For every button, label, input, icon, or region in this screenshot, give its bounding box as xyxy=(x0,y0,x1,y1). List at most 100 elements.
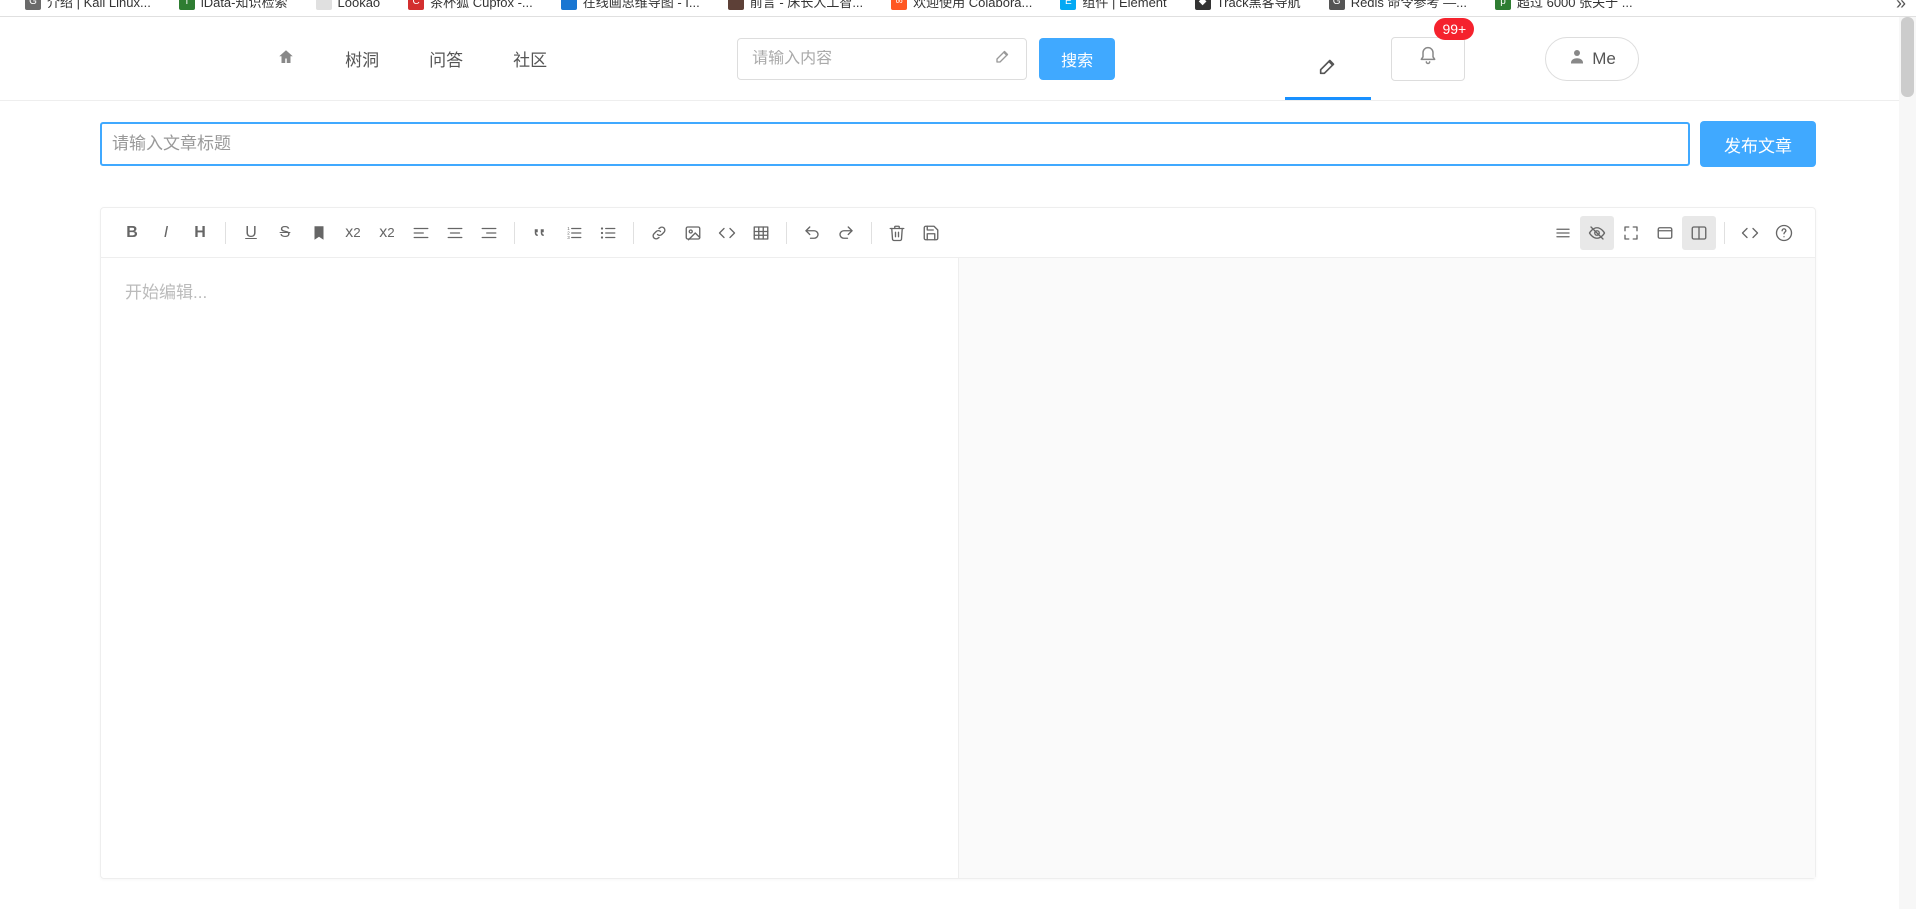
fullscreen-icon[interactable] xyxy=(1614,216,1648,250)
bookmark-icon: ◆ xyxy=(1195,0,1211,10)
italic-button[interactable]: I xyxy=(149,216,183,250)
editor-placeholder: 开始编辑... xyxy=(125,278,934,303)
separator xyxy=(514,222,515,244)
bookmark-item[interactable]: ∞ 欢迎使用 Colabora... xyxy=(891,0,1032,10)
bookmark-item[interactable]: E 组件 | Element xyxy=(1060,0,1166,10)
separator xyxy=(225,222,226,244)
me-label: Me xyxy=(1592,49,1616,69)
unordered-list-button[interactable] xyxy=(591,216,625,250)
edit-icon[interactable] xyxy=(994,47,1012,70)
quote-button[interactable] xyxy=(523,216,557,250)
title-row: 发布文章 xyxy=(0,101,1916,167)
bookmark-label: 茶杯狐 Cupfox -... xyxy=(430,0,533,9)
editor-preview-pane xyxy=(959,258,1816,878)
markdown-editor: B I H U S x2 x2 123 xyxy=(100,207,1816,879)
align-right-button[interactable] xyxy=(472,216,506,250)
bookmark-label: iData-知识检索 xyxy=(201,0,288,9)
separator xyxy=(633,222,634,244)
bookmark-item[interactable]: ◆ Track黑客导航 xyxy=(1195,0,1301,10)
ordered-list-button[interactable]: 123 xyxy=(557,216,591,250)
split-view-icon[interactable] xyxy=(1682,216,1716,250)
bookmark-label: Track黑客导航 xyxy=(1217,0,1301,9)
bookmark-icon: G xyxy=(1329,0,1345,10)
pencil-icon xyxy=(1317,55,1339,82)
bookmark-label: 介绍 | Kali Linux... xyxy=(47,0,151,9)
subscript-button[interactable]: x2 xyxy=(370,216,404,250)
separator xyxy=(786,222,787,244)
search-button[interactable]: 搜索 xyxy=(1039,38,1115,80)
notifications-button[interactable]: 99+ xyxy=(1391,37,1465,81)
bookmark-icon xyxy=(561,0,577,10)
bookmark-icon: p xyxy=(1495,0,1511,10)
bookmark-icon: G xyxy=(25,0,41,10)
editor-source-pane[interactable]: 开始编辑... xyxy=(101,258,958,878)
code-button[interactable] xyxy=(710,216,744,250)
bookmark-item[interactable]: 在线画思维导图 - I... xyxy=(561,0,700,10)
bookmark-icon xyxy=(728,0,744,10)
bookmark-item[interactable]: G 介绍 | Kali Linux... xyxy=(25,0,151,10)
page-scrollbar[interactable] xyxy=(1899,17,1916,909)
article-title-input[interactable] xyxy=(100,122,1690,166)
align-center-button[interactable] xyxy=(438,216,472,250)
bookmark-icon: i xyxy=(179,0,195,10)
bookmark-icon: ∞ xyxy=(891,0,907,10)
link-button[interactable] xyxy=(642,216,676,250)
bookmark-item[interactable]: C 茶杯狐 Cupfox -... xyxy=(408,0,533,10)
svg-text:3: 3 xyxy=(567,235,570,240)
search-input[interactable] xyxy=(752,50,994,68)
nav-links: 树洞 问答 社区 xyxy=(277,46,547,72)
bookmark-label: Lookao xyxy=(338,0,381,9)
search-input-wrap[interactable] xyxy=(737,38,1027,80)
site-header: 树洞 问答 社区 搜索 99+ xyxy=(0,17,1916,101)
write-article-tab[interactable] xyxy=(1285,40,1371,100)
bookmark-icon xyxy=(316,0,332,10)
bookmark-label: 组件 | Element xyxy=(1082,0,1166,9)
bold-button[interactable]: B xyxy=(115,216,149,250)
notification-badge: 99+ xyxy=(1434,18,1474,40)
nav-link-treehole[interactable]: 树洞 xyxy=(345,46,379,71)
scrollbar-thumb[interactable] xyxy=(1901,17,1914,97)
bookmark-label: 在线画思维导图 - I... xyxy=(583,0,700,9)
bookmark-label: 欢迎使用 Colabora... xyxy=(913,0,1032,9)
html-view-icon[interactable] xyxy=(1733,216,1767,250)
undo-button[interactable] xyxy=(795,216,829,250)
superscript-button[interactable]: x2 xyxy=(336,216,370,250)
save-button[interactable] xyxy=(914,216,948,250)
bookmark-item[interactable]: p 超过 6000 张关于 ... xyxy=(1495,0,1633,10)
bookmark-item[interactable]: G Redis 命令参考 —... xyxy=(1329,0,1467,10)
separator xyxy=(1724,222,1725,244)
bookmark-button[interactable] xyxy=(302,216,336,250)
bookmark-item[interactable]: Lookao xyxy=(316,0,381,10)
redo-button[interactable] xyxy=(829,216,863,250)
read-mode-icon[interactable] xyxy=(1648,216,1682,250)
underline-button[interactable]: U xyxy=(234,216,268,250)
publish-button[interactable]: 发布文章 xyxy=(1700,121,1816,167)
align-left-button[interactable] xyxy=(404,216,438,250)
image-button[interactable] xyxy=(676,216,710,250)
bookmark-icon: C xyxy=(408,0,424,10)
trash-button[interactable] xyxy=(880,216,914,250)
user-icon xyxy=(1568,47,1586,70)
home-icon[interactable] xyxy=(277,46,295,72)
help-icon[interactable] xyxy=(1767,216,1801,250)
bookmark-item[interactable]: 前言 - 床长人工智... xyxy=(728,0,863,10)
nav-link-qa[interactable]: 问答 xyxy=(429,46,463,71)
separator xyxy=(871,222,872,244)
browser-bookmarks-bar: G 介绍 | Kali Linux... i iData-知识检索 Lookao C… xyxy=(0,0,1916,17)
bookmark-label: 超过 6000 张关于 ... xyxy=(1517,0,1633,9)
bookmark-label: 前言 - 床长人工智... xyxy=(750,0,863,9)
bookmarks-overflow[interactable]: » xyxy=(1896,0,1906,12)
menu-icon[interactable] xyxy=(1546,216,1580,250)
bell-icon xyxy=(1418,46,1438,71)
table-button[interactable] xyxy=(744,216,778,250)
eye-off-icon[interactable] xyxy=(1580,216,1614,250)
nav-link-community[interactable]: 社区 xyxy=(513,46,547,71)
bookmark-label: Redis 命令参考 —... xyxy=(1351,0,1467,9)
editor-toolbar: B I H U S x2 x2 123 xyxy=(101,208,1815,258)
heading-button[interactable]: H xyxy=(183,216,217,250)
strikethrough-button[interactable]: S xyxy=(268,216,302,250)
editor-body: 开始编辑... xyxy=(101,258,1815,878)
bookmark-icon: E xyxy=(1060,0,1076,10)
me-button[interactable]: Me xyxy=(1545,37,1639,81)
bookmark-item[interactable]: i iData-知识检索 xyxy=(179,0,288,10)
